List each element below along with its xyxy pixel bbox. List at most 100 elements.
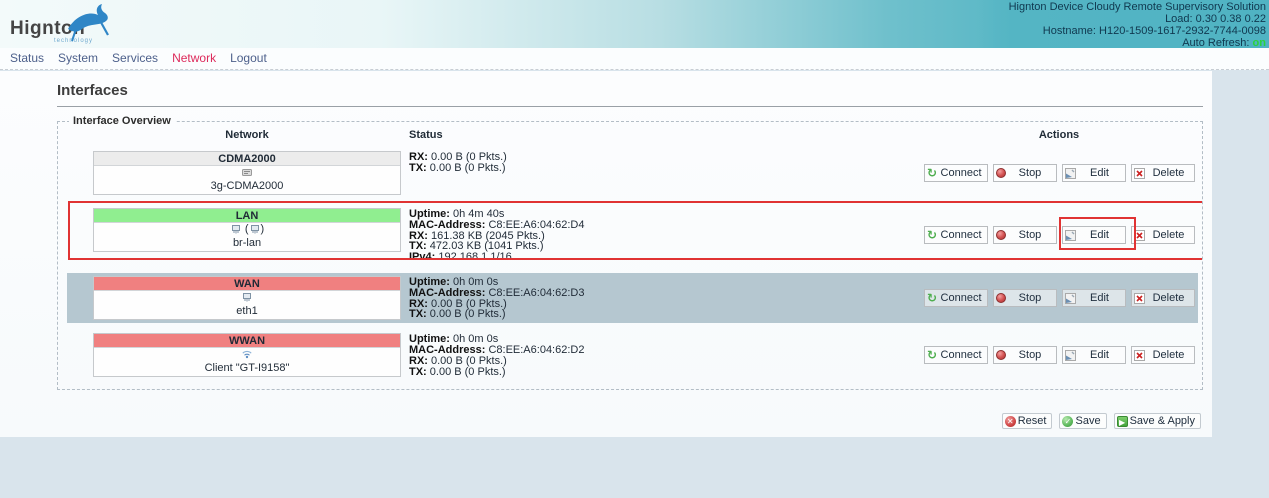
nav-item-status[interactable]: Status <box>10 51 44 65</box>
edit-icon <box>1065 293 1076 304</box>
connect-icon: ↻ <box>927 350 937 361</box>
network-title: CDMA2000 <box>94 152 400 166</box>
edit-button[interactable]: Edit <box>1062 164 1126 182</box>
nav-item-system[interactable]: System <box>58 51 98 65</box>
status-line: RX: 0.00 B (0 Pkts.) <box>409 356 920 367</box>
column-actions: Actions <box>920 129 1198 141</box>
delete-icon <box>1134 293 1145 304</box>
antelope-icon <box>62 3 114 43</box>
iface-icon <box>94 291 400 305</box>
connect-button[interactable]: ↻Connect <box>924 226 988 244</box>
connect-icon: ↻ <box>927 293 937 304</box>
stop-button[interactable]: Stop <box>993 346 1057 364</box>
delete-icon <box>1134 230 1145 241</box>
edit-icon <box>1065 230 1076 241</box>
save-button[interactable]: ✓Save <box>1059 413 1106 429</box>
edit-icon <box>1065 168 1076 179</box>
column-network: Network <box>93 129 401 141</box>
stop-icon <box>996 230 1006 240</box>
delete-icon <box>1134 350 1145 361</box>
reset-button[interactable]: ✕Reset <box>1002 413 1053 429</box>
save-apply-button[interactable]: ▶Save & Apply <box>1114 413 1201 429</box>
connect-icon: ↻ <box>927 168 937 179</box>
network-cell: LAN () br-lan <box>93 208 401 263</box>
interface-row: LAN () br-lan Uptime: 0h 4m 40sMAC-Addre… <box>67 205 1198 266</box>
stop-icon <box>996 293 1006 303</box>
wifi-icon <box>241 349 253 360</box>
network-cell: WWAN Client "GT-I9158" <box>93 333 401 377</box>
save-icon: ✓ <box>1062 416 1073 427</box>
network-title: LAN <box>94 209 400 223</box>
reset-icon: ✕ <box>1005 416 1016 427</box>
stop-button[interactable]: Stop <box>993 226 1057 244</box>
page-title: Interfaces <box>57 82 1203 107</box>
status-line: TX: 0.00 B (0 Pkts.) <box>409 163 920 174</box>
iface-icon <box>94 166 400 180</box>
load-average: Load: 0.30 0.38 0.22 <box>1009 13 1266 25</box>
edit-button[interactable]: Edit <box>1062 346 1126 364</box>
connect-button[interactable]: ↻Connect <box>924 289 988 307</box>
delete-button[interactable]: Delete <box>1131 164 1195 182</box>
auto-refresh-label: Auto Refresh: <box>1182 37 1249 48</box>
delete-button[interactable]: Delete <box>1131 346 1195 364</box>
iface-name: 3g-CDMA2000 <box>94 180 400 194</box>
delete-button[interactable]: Delete <box>1131 289 1195 307</box>
interface-row: WAN eth1 Uptime: 0h 0m 0sMAC-Address: C8… <box>67 273 1198 323</box>
interface-overview-fieldset: Interface Overview Network Status Action… <box>57 115 1203 390</box>
iface-name: Client "GT-I9158" <box>94 362 400 376</box>
network-title: WAN <box>94 277 400 291</box>
interface-row: WWAN Client "GT-I9158" Uptime: 0h 0m 0sM… <box>67 330 1198 380</box>
header-banner: Hignton technology Hignton Device Cloudy… <box>0 0 1269 48</box>
content-area: Interfaces Interface Overview Network St… <box>0 71 1269 437</box>
main-nav: Status System Services Network Logout <box>0 48 1269 70</box>
iface-icon <box>94 348 400 362</box>
stop-button[interactable]: Stop <box>993 164 1057 182</box>
connect-icon: ↻ <box>927 230 937 241</box>
status-line: TX: 0.00 B (0 Pkts.) <box>409 367 920 378</box>
auto-refresh-toggle[interactable]: on <box>1253 37 1266 48</box>
status-line: IPv4: 192.168.1.1/16 <box>409 252 920 263</box>
admin-page: Hignton technology Hignton Device Cloudy… <box>0 0 1269 498</box>
table-header-row: Network Status Actions <box>67 129 1198 141</box>
nav-item-logout[interactable]: Logout <box>230 51 267 65</box>
ethernet-icon <box>241 292 253 303</box>
connect-button[interactable]: ↻Connect <box>924 164 988 182</box>
interface-table: Network Status Actions CDMA2000 3g-CDMA2… <box>67 129 1198 380</box>
status-cell: Uptime: 0h 0m 0sMAC-Address: C8:EE:A6:04… <box>401 333 920 377</box>
edit-button[interactable]: Edit <box>1062 226 1126 244</box>
right-margin <box>1212 71 1269 437</box>
stop-button[interactable]: Stop <box>993 289 1057 307</box>
network-title: WWAN <box>94 334 400 348</box>
edit-button[interactable]: Edit <box>1062 289 1126 307</box>
nav-item-network[interactable]: Network <box>172 51 216 65</box>
edit-icon <box>1065 350 1076 361</box>
delete-icon <box>1134 168 1145 179</box>
column-status: Status <box>401 129 920 141</box>
ethernet-icon <box>230 224 242 235</box>
status-line: TX: 0.00 B (0 Pkts.) <box>409 309 920 320</box>
network-cell: WAN eth1 <box>93 276 401 320</box>
status-cell: Uptime: 0h 0m 0sMAC-Address: C8:EE:A6:04… <box>401 276 920 320</box>
nav-item-services[interactable]: Services <box>112 51 158 65</box>
fieldset-legend: Interface Overview <box>69 115 175 127</box>
connect-button[interactable]: ↻Connect <box>924 346 988 364</box>
iface-icon: () <box>94 223 400 237</box>
auto-refresh: Auto Refresh: on <box>1009 37 1266 48</box>
status-cell: RX: 0.00 B (0 Pkts.)TX: 0.00 B (0 Pkts.) <box>401 151 920 195</box>
status-line: MAC-Address: C8:EE:A6:04:62:D4 <box>409 220 920 231</box>
actions-cell: ↻Connect Stop Edit Delete <box>920 208 1198 263</box>
hostname: Hostname: H120-1509-1617-2932-7744-0098 <box>1009 25 1266 37</box>
interface-rows: CDMA2000 3g-CDMA2000 RX: 0.00 B (0 Pkts.… <box>67 148 1198 380</box>
network-box: WWAN Client "GT-I9158" <box>93 333 401 377</box>
footer-actions: ✕Reset ✓Save ▶Save & Apply <box>1002 413 1201 429</box>
status-line: MAC-Address: C8:EE:A6:04:62:D3 <box>409 288 920 299</box>
network-box: LAN () br-lan <box>93 208 401 252</box>
actions-cell: ↻Connect Stop Edit Delete <box>920 151 1198 195</box>
actions-cell: ↻Connect Stop Edit Delete <box>920 276 1198 320</box>
solution-title: Hignton Device Cloudy Remote Supervisory… <box>1009 1 1266 13</box>
delete-button[interactable]: Delete <box>1131 226 1195 244</box>
stop-icon <box>996 350 1006 360</box>
brand-logo: Hignton technology <box>10 5 120 45</box>
save-apply-icon: ▶ <box>1117 416 1128 427</box>
iface-name: br-lan <box>94 237 400 251</box>
